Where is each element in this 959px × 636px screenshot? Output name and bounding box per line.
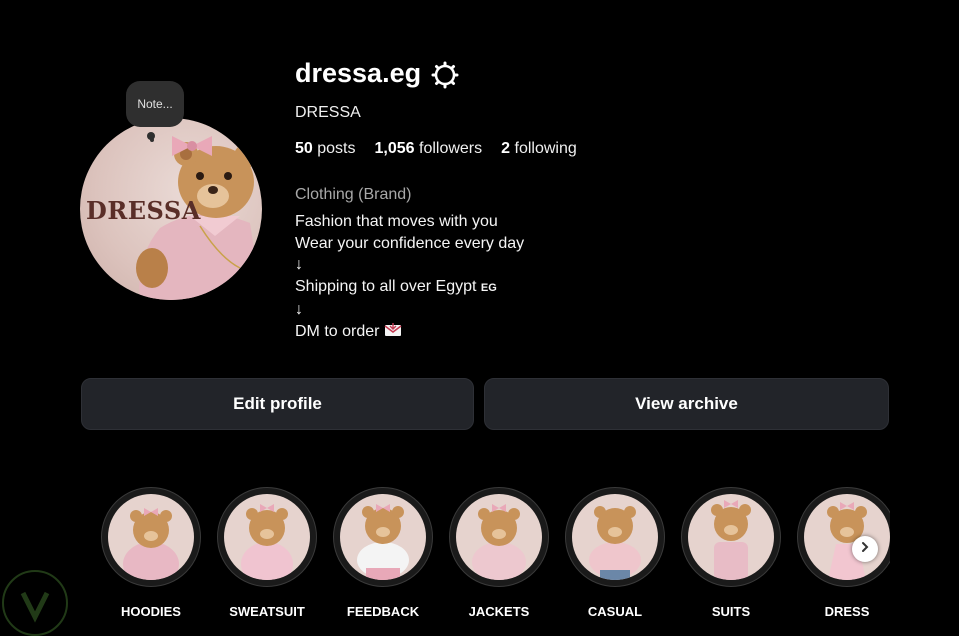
story-highlights: HOODIES SWEATSUIT FEEDBACK JACKETS CASUA… bbox=[100, 487, 890, 627]
highlight-label: CASUAL bbox=[587, 604, 643, 619]
egypt-flag-text: EG bbox=[480, 281, 497, 294]
bio-line: Shipping to all over Egypt EG bbox=[295, 277, 497, 295]
profile-avatar[interactable]: DRESSA bbox=[80, 118, 262, 300]
profile-username: dressa.eg bbox=[295, 58, 422, 88]
note-bubble-tail-small bbox=[150, 138, 154, 142]
chevron-right-icon bbox=[859, 540, 871, 558]
avatar-brand-text: DRESSA bbox=[86, 196, 201, 225]
highlight-label: DRESS bbox=[824, 604, 870, 619]
highlight-casual[interactable]: CASUAL bbox=[564, 487, 666, 619]
highlight-sweatsuit[interactable]: SWEATSUIT bbox=[216, 487, 318, 619]
highlight-label: HOODIES bbox=[121, 604, 181, 619]
highlight-thumbnail bbox=[688, 494, 774, 580]
highlight-label: FEEDBACK bbox=[346, 604, 420, 619]
watermark-logo bbox=[2, 570, 68, 636]
highlight-label: SWEATSUIT bbox=[229, 604, 305, 619]
highlight-thumbnail bbox=[224, 494, 310, 580]
highlight-jackets[interactable]: JACKETS bbox=[448, 487, 550, 619]
note-label: Note... bbox=[137, 97, 173, 111]
highlight-hoodies[interactable]: HOODIES bbox=[100, 487, 202, 619]
highlight-label: SUITS bbox=[711, 604, 751, 619]
stat-followers[interactable]: 1,056 followers bbox=[375, 140, 483, 158]
highlights-next-button[interactable] bbox=[852, 536, 878, 562]
highlight-feedback[interactable]: FEEDBACK bbox=[332, 487, 434, 619]
profile-category: Clothing (Brand) bbox=[295, 186, 412, 203]
highlight-suits[interactable]: SUITS bbox=[680, 487, 782, 619]
bio-line: Wear your confidence every day bbox=[295, 234, 525, 252]
bio-arrow: ↓ bbox=[295, 256, 303, 273]
profile-stats: 50 posts 1,056 followers 2 following bbox=[295, 140, 577, 158]
highlight-thumbnail bbox=[108, 494, 194, 580]
highlight-thumbnail bbox=[456, 494, 542, 580]
note-bubble[interactable]: Note... bbox=[126, 81, 184, 127]
bio-arrow: ↓ bbox=[295, 301, 303, 318]
highlight-label: JACKETS bbox=[468, 604, 530, 619]
stat-following[interactable]: 2 following bbox=[501, 140, 577, 158]
avatar-image[interactable]: DRESSA bbox=[80, 118, 262, 300]
highlight-thumbnail bbox=[804, 494, 890, 580]
profile-bio: Fashion that moves with you Wear your co… bbox=[295, 211, 524, 342]
envelope-icon bbox=[384, 322, 402, 340]
edit-profile-button[interactable]: Edit profile bbox=[81, 378, 474, 430]
stat-posts: 50 posts bbox=[295, 140, 356, 157]
highlight-thumbnail bbox=[340, 494, 426, 580]
bio-line: DM to order bbox=[295, 321, 524, 343]
view-archive-button[interactable]: View archive bbox=[484, 378, 889, 430]
bio-line: Fashion that moves with you bbox=[295, 213, 498, 230]
profile-full-name: DRESSA bbox=[295, 104, 361, 121]
settings-gear-icon[interactable] bbox=[431, 61, 459, 94]
highlight-thumbnail bbox=[572, 494, 658, 580]
